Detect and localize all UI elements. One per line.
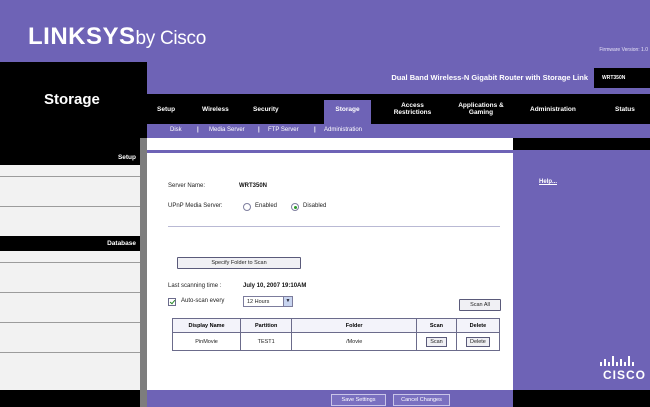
footer-separator <box>140 390 147 407</box>
divider <box>0 176 140 177</box>
product-name: Dual Band Wireless-N Gigabit Router with… <box>391 73 588 82</box>
cisco-wordmark: CISCO <box>602 368 646 382</box>
divider <box>0 292 140 293</box>
divider <box>0 322 140 323</box>
subtab-administration[interactable]: Administration <box>324 127 362 133</box>
column-header: Partition <box>240 318 293 333</box>
upnp-label: UPnP Media Server: <box>168 203 223 209</box>
save-settings-button[interactable]: Save Settings <box>331 394 386 406</box>
cisco-logo: CISCO <box>586 356 646 382</box>
tab-setup[interactable]: Setup <box>157 106 175 113</box>
main-tab-bar: Setup Wireless Security Storage Access R… <box>147 94 650 124</box>
help-link[interactable]: Help... <box>539 179 557 185</box>
tab-applications-gaming[interactable]: Applications & Gaming <box>444 102 518 116</box>
footer-right <box>513 390 650 407</box>
subtab-separator: | <box>314 127 316 133</box>
auto-scan-interval-select[interactable]: 12 Hours ▼ <box>243 296 293 307</box>
tab-security[interactable]: Security <box>253 106 279 113</box>
help-panel: Help... CISCO <box>513 138 650 390</box>
scan-button[interactable]: Scan <box>426 336 447 347</box>
product-bar: Dual Band Wireless-N Gigabit Router with… <box>147 62 650 94</box>
server-name-value: WRT350N <box>239 183 268 189</box>
tab-status[interactable]: Status <box>615 106 635 113</box>
main-content: Server Name: WRT350N UPnP Media Server: … <box>147 138 513 390</box>
linksys-logo: LINKSYSby Cisco <box>28 23 206 51</box>
auto-scan-label: Auto-scan every <box>181 298 225 304</box>
divider <box>0 262 140 263</box>
upnp-enabled-label: Enabled <box>255 203 278 209</box>
column-header: Folder <box>291 318 418 333</box>
server-name-label: Server Name: <box>168 183 206 189</box>
scan-all-button[interactable]: Scan All <box>459 299 501 311</box>
tab-storage[interactable]: Storage <box>324 100 371 124</box>
left-sidebar <box>0 150 147 390</box>
sidebar-heading-database: Database <box>0 236 140 251</box>
content-top-line <box>147 150 513 153</box>
header-band: LINKSYSby Cisco Firmware Version: 1.0 <box>0 0 650 62</box>
divider <box>0 352 140 353</box>
specify-folder-button[interactable]: Specify Folder to Scan <box>177 257 301 269</box>
chevron-down-icon: ▼ <box>283 297 292 306</box>
page-title: Storage <box>44 91 100 108</box>
scan-cell: Scan <box>416 332 457 351</box>
last-scan-label: Last scanning time : <box>168 283 222 289</box>
auto-scan-interval-value: 12 Hours <box>247 299 270 305</box>
folder-cell: /Movie <box>291 332 418 351</box>
footer-left <box>0 390 140 407</box>
divider <box>0 206 140 207</box>
cisco-bars-icon <box>600 356 634 366</box>
sidebar-heading-setup: Setup <box>0 150 140 165</box>
firmware-version: Firmware Version: 1.0 <box>599 47 648 53</box>
table-header-row: Display Name Partition Folder Scan Delet… <box>171 318 501 333</box>
column-separator <box>140 138 147 390</box>
auto-scan-checkbox[interactable] <box>168 298 176 306</box>
partition-cell: TEST1 <box>240 332 293 351</box>
help-panel-top <box>513 138 650 150</box>
tab-access-restrictions[interactable]: Access Restrictions <box>384 102 441 116</box>
subtab-ftp-server[interactable]: FTP Server <box>268 127 299 133</box>
brand-by-cisco: by Cisco <box>135 28 207 49</box>
tab-wireless[interactable]: Wireless <box>202 106 229 113</box>
tab-administration[interactable]: Administration <box>530 106 576 113</box>
delete-button[interactable]: Delete <box>465 336 490 347</box>
column-header: Scan <box>416 318 457 333</box>
section-block: Storage <box>0 62 147 150</box>
table-row: PinMovie TEST1 /Movie Scan Delete <box>171 332 501 351</box>
column-header: Delete <box>455 318 501 333</box>
display-name-cell: PinMovie <box>171 332 242 351</box>
subtab-separator: | <box>258 127 260 133</box>
subtab-disk[interactable]: Disk <box>170 127 182 133</box>
upnp-disabled-label: Disabled <box>303 203 327 209</box>
cancel-changes-button[interactable]: Cancel Changes <box>393 394 450 406</box>
column-header: Display Name <box>171 318 242 333</box>
brand-name: LINKSYS <box>28 23 136 50</box>
media-folder-table: Display Name Partition Folder Scan Delet… <box>171 318 501 351</box>
divider <box>168 226 500 227</box>
sub-tab-bar: Disk | Media Server | FTP Server | Admin… <box>147 124 650 138</box>
footer-bar: Save Settings Cancel Changes <box>0 390 650 407</box>
model-number: WRT350N <box>594 68 650 88</box>
delete-cell: Delete <box>455 332 501 351</box>
subtab-separator: | <box>197 127 199 133</box>
upnp-enabled-radio[interactable] <box>243 203 251 211</box>
last-scan-value: July 10, 2007 19:10AM <box>243 283 307 289</box>
subtab-media-server[interactable]: Media Server <box>209 127 245 133</box>
upnp-disabled-radio[interactable] <box>291 203 299 211</box>
